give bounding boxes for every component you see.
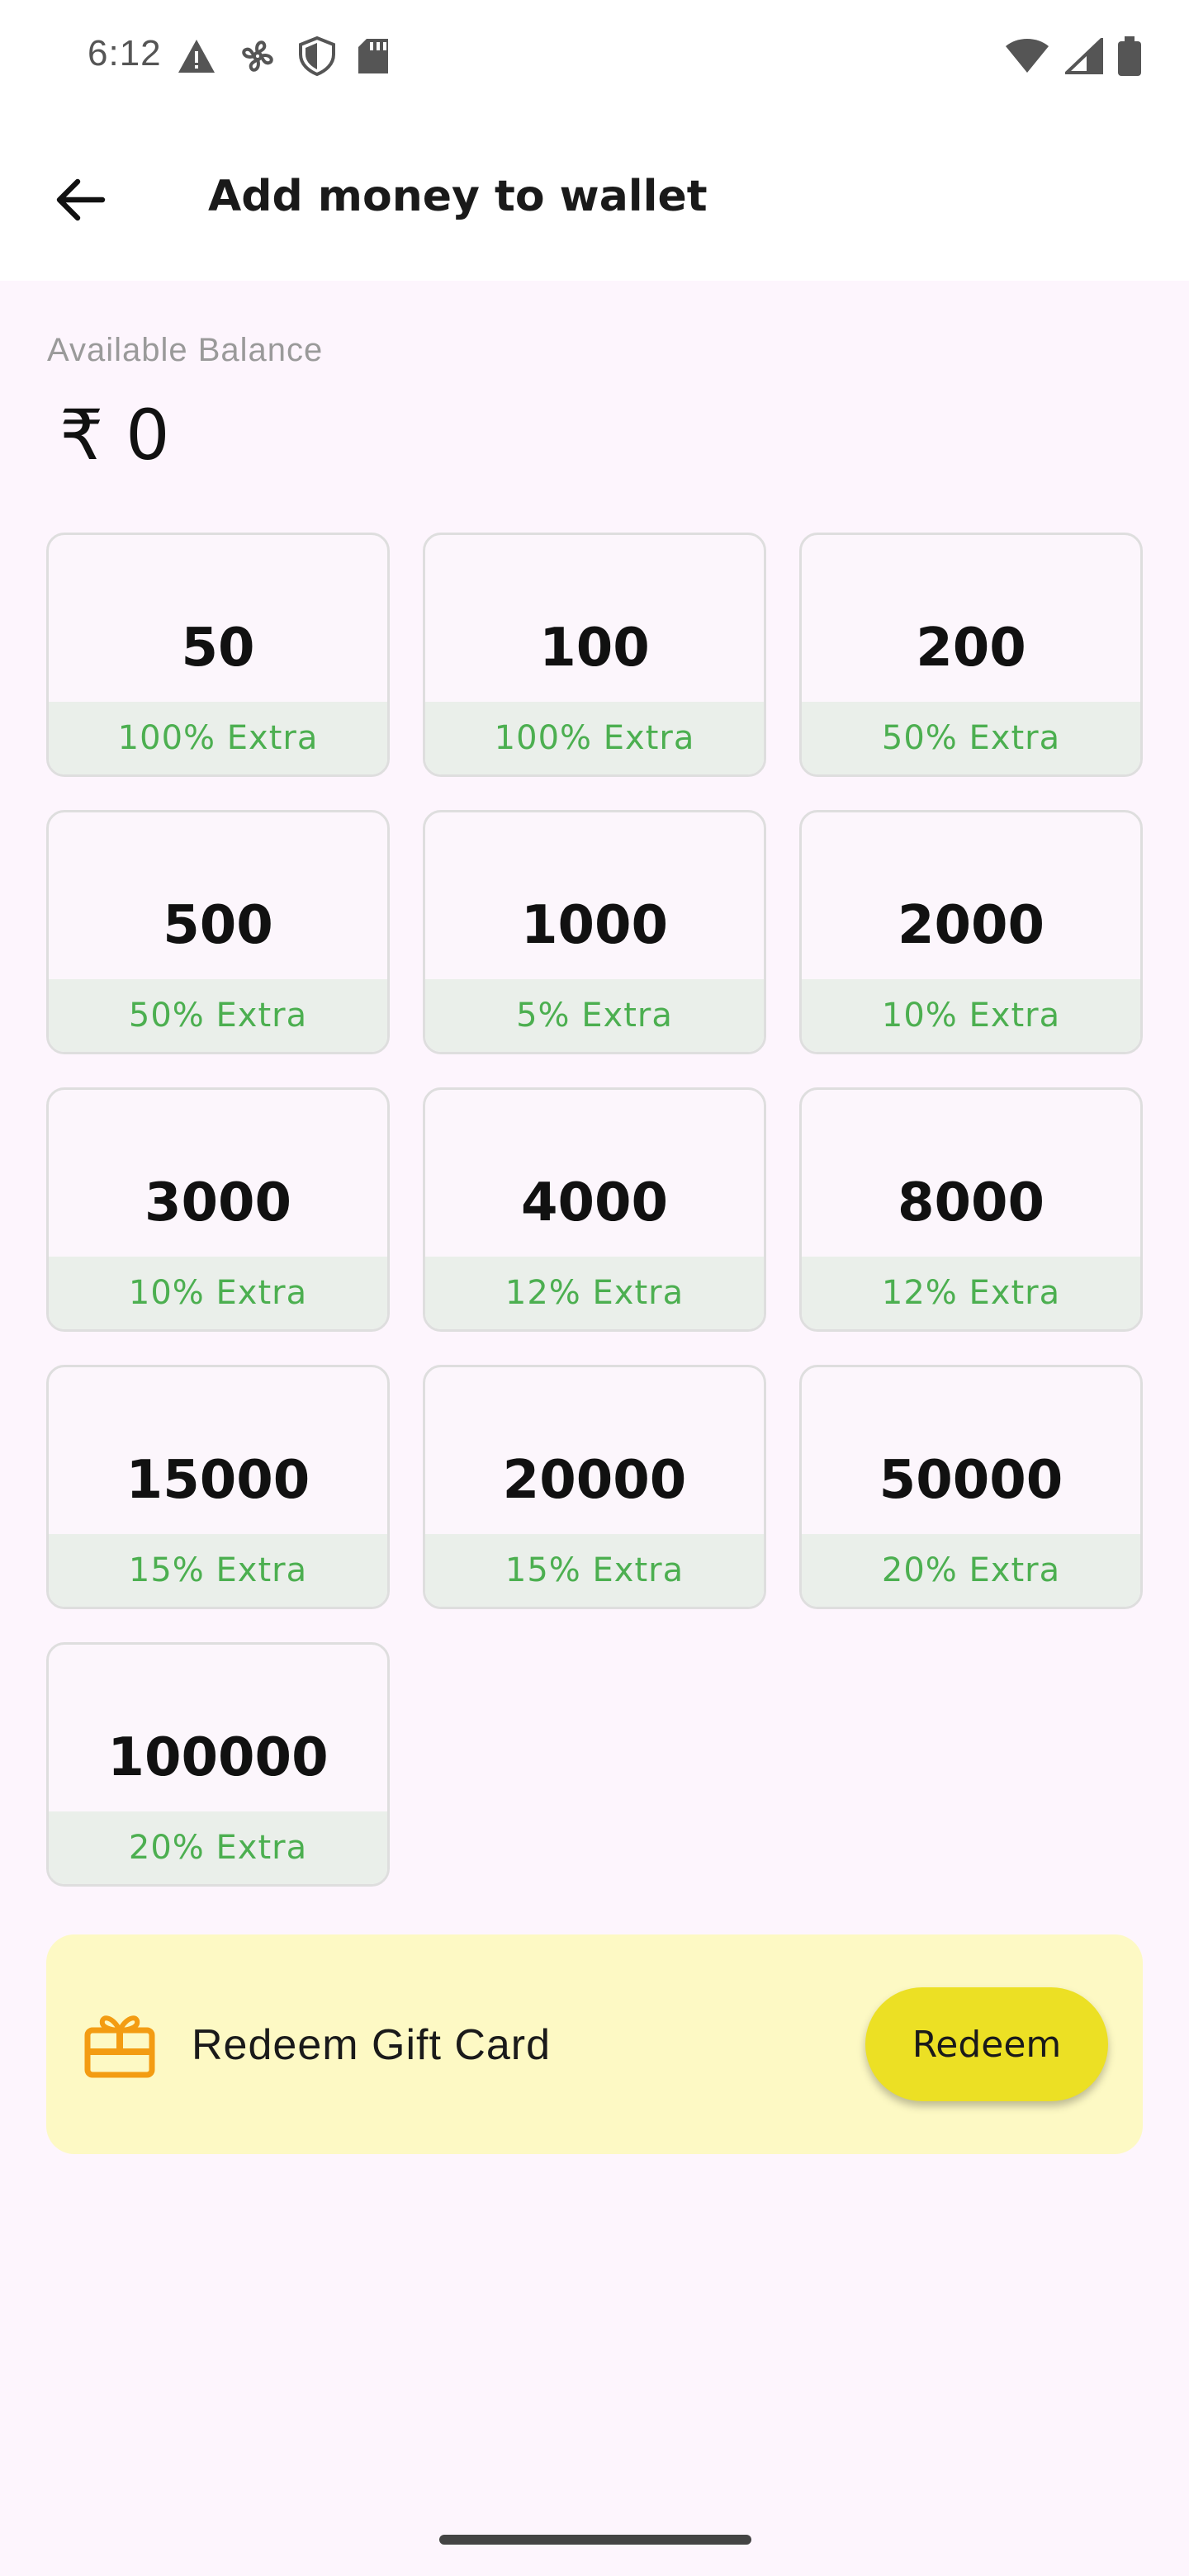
amount-value: 20000 (502, 1450, 687, 1511)
extra-badge: 10% Extra (802, 979, 1140, 1052)
amount-value: 100000 (107, 1727, 329, 1788)
home-indicator[interactable] (439, 2535, 751, 2545)
fan-icon (238, 36, 277, 80)
arrow-left-icon (56, 178, 106, 225)
amount-grid: 50 100% Extra 100 100% Extra 200 50% Extra … (46, 533, 1143, 1887)
amount-value: 50000 (879, 1450, 1063, 1511)
extra-badge: 100% Extra (49, 702, 387, 774)
amount-value: 4000 (520, 1172, 669, 1234)
status-time: 6:12 (88, 33, 162, 73)
amount-option[interactable]: 20000 15% Extra (423, 1365, 766, 1609)
amount-value: 200 (916, 618, 1026, 679)
redeem-button[interactable]: Redeem (865, 1987, 1108, 2101)
amount-value: 100 (539, 618, 650, 679)
extra-badge: 20% Extra (49, 1811, 387, 1884)
amount-value: 1000 (520, 895, 669, 956)
amount-value: 500 (163, 895, 273, 956)
amount-value: 3000 (144, 1172, 292, 1234)
amount-option[interactable]: 50000 20% Extra (799, 1365, 1143, 1609)
amount-option[interactable]: 100 100% Extra (423, 533, 766, 777)
extra-badge: 20% Extra (802, 1534, 1140, 1607)
amount-option[interactable]: 4000 12% Extra (423, 1087, 766, 1332)
gift-card-label: Redeem Gift Card (192, 2021, 552, 2069)
battery-icon (1118, 36, 1141, 80)
extra-badge: 15% Extra (49, 1534, 387, 1607)
app-bar: Add money to wallet (0, 124, 1189, 281)
status-bar: 6:12 (0, 0, 1189, 124)
extra-badge: 100% Extra (425, 702, 764, 774)
cell-signal-icon (1063, 36, 1103, 78)
amount-value: 15000 (126, 1450, 310, 1511)
amount-value: 2000 (897, 895, 1045, 956)
extra-badge: 12% Extra (425, 1257, 764, 1329)
amount-option[interactable]: 200 50% Extra (799, 533, 1143, 777)
amount-option[interactable]: 500 50% Extra (46, 810, 390, 1054)
status-icons-left (177, 36, 390, 80)
amount-option[interactable]: 100000 20% Extra (46, 1642, 390, 1887)
gift-card-banner: Redeem Gift Card Redeem (46, 1934, 1143, 2154)
extra-badge: 50% Extra (49, 979, 387, 1052)
extra-badge: 50% Extra (802, 702, 1140, 774)
shield-icon (299, 36, 335, 80)
extra-badge: 12% Extra (802, 1257, 1140, 1329)
wifi-icon (1004, 38, 1050, 78)
amount-value: 8000 (897, 1172, 1045, 1234)
balance-value: ₹ 0 (59, 395, 170, 476)
amount-option[interactable]: 1000 5% Extra (423, 810, 766, 1054)
gift-card-icon (84, 2009, 155, 2080)
sd-card-icon (357, 37, 390, 79)
amount-value: 50 (181, 618, 255, 679)
extra-badge: 10% Extra (49, 1257, 387, 1329)
status-icons-right (1004, 36, 1141, 80)
back-button[interactable] (41, 162, 121, 241)
amount-option[interactable]: 8000 12% Extra (799, 1087, 1143, 1332)
amount-option[interactable]: 3000 10% Extra (46, 1087, 390, 1332)
extra-badge: 5% Extra (425, 979, 764, 1052)
extra-badge: 15% Extra (425, 1534, 764, 1607)
amount-option[interactable]: 15000 15% Extra (46, 1365, 390, 1609)
balance-label: Available Balance (47, 332, 324, 368)
page-title: Add money to wallet (208, 172, 708, 221)
amount-option[interactable]: 2000 10% Extra (799, 810, 1143, 1054)
amount-option[interactable]: 50 100% Extra (46, 533, 390, 777)
warning-icon (177, 38, 216, 78)
